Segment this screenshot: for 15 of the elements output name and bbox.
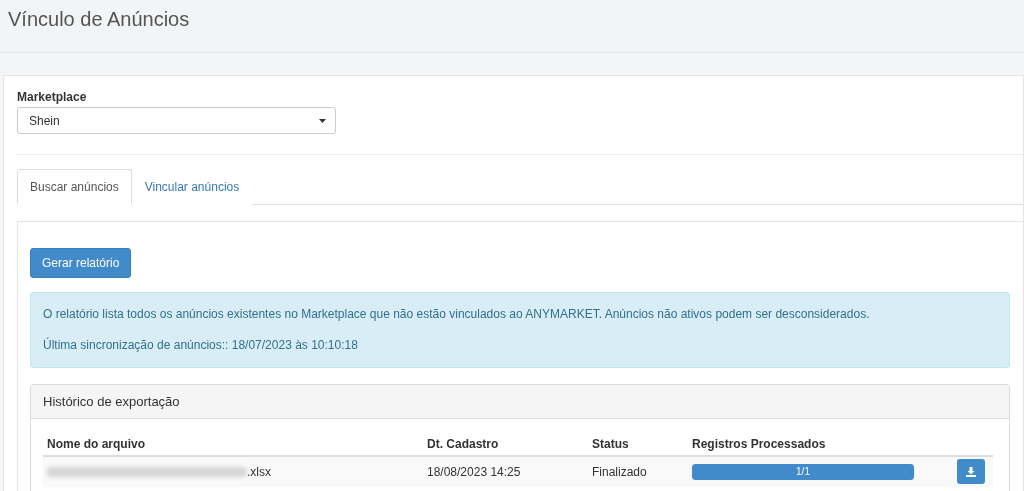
download-button[interactable]	[957, 459, 985, 485]
panel-title: Histórico de exportação	[31, 384, 1009, 419]
table-cell: 18/08/2023 14:25	[423, 456, 588, 487]
marketplace-select[interactable]: Shein	[17, 107, 336, 134]
caret-icon	[319, 118, 326, 123]
last-sync-text: Última sincronização de anúncios:: 18/07/2023 às 10:10:18	[43, 336, 359, 354]
download-icon	[966, 466, 976, 477]
progress-fill: 1/1	[692, 463, 914, 480]
alert-message: O relatório lista todos os anúncios existentes no Marketplace que não estão vinculados ao ANYMARKET. Anúncios não ativos podem ser desconsiderados.	[43, 306, 871, 323]
generate-report-button[interactable]: Gerar relatório	[30, 248, 132, 278]
field-label: Marketplace	[17, 90, 88, 104]
table-cell: Finalizado	[588, 456, 688, 487]
tab[interactable]: Buscar anúncios	[17, 169, 132, 205]
file-name: .xlsx	[247, 464, 271, 479]
page-title: Vínculo de Anúncios	[8, 8, 191, 31]
